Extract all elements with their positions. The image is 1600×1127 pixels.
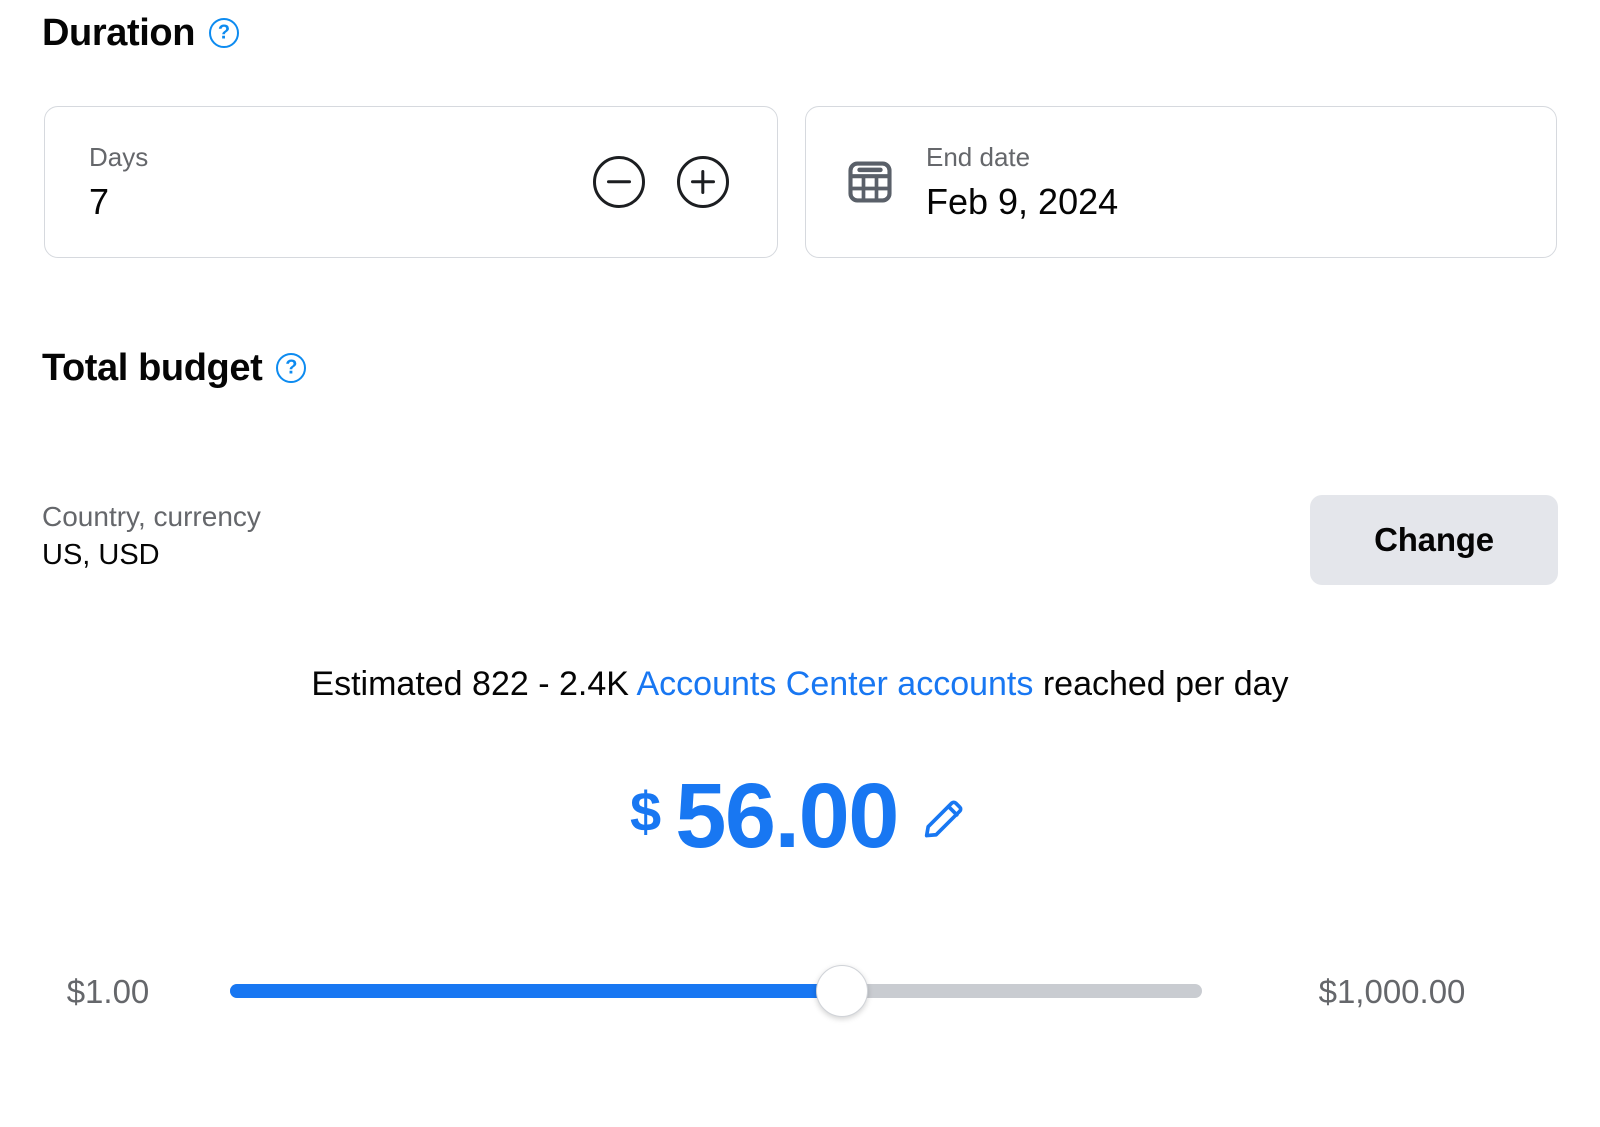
- slider-fill: [230, 984, 843, 998]
- days-text-block: Days 7: [89, 142, 148, 223]
- country-currency-label: Country, currency: [42, 501, 261, 532]
- question-circle-icon[interactable]: ?: [209, 18, 240, 48]
- minus-circle-icon[interactable]: [593, 156, 645, 208]
- country-currency-block: Country, currency US, USD: [42, 498, 261, 575]
- duration-section-heading: Duration ?: [42, 12, 240, 54]
- country-currency-value: US, USD: [42, 538, 160, 571]
- budget-slider-row: $1.00 $1,000.00: [0, 955, 1600, 1027]
- total-budget-heading-label: Total budget: [42, 347, 263, 389]
- budget-amount-value: 56.00: [675, 765, 899, 867]
- pencil-icon[interactable]: [918, 794, 970, 846]
- days-label: Days: [89, 141, 149, 172]
- end-date-value: Feb 9, 2024: [926, 180, 1119, 222]
- budget-slider[interactable]: [230, 955, 1202, 1027]
- estimate-suffix: reached per day: [1033, 665, 1289, 703]
- days-value: 7: [89, 180, 110, 222]
- slider-min-label: $1.00: [66, 972, 150, 1010]
- budget-duration-panel: Duration ? Days 7 End date Feb 9, 2024 T…: [0, 0, 1600, 1127]
- calendar-icon: [848, 161, 892, 203]
- plus-circle-icon[interactable]: [677, 156, 729, 208]
- currency-symbol: $: [630, 780, 662, 843]
- end-date-field-card[interactable]: End date Feb 9, 2024: [805, 106, 1557, 258]
- question-circle-icon[interactable]: ?: [276, 353, 307, 383]
- days-field-card[interactable]: Days 7: [44, 106, 778, 258]
- accounts-center-accounts-link[interactable]: Accounts Center accounts: [637, 665, 1034, 703]
- total-budget-section-heading: Total budget ?: [42, 347, 307, 389]
- duration-heading-label: Duration: [42, 12, 196, 54]
- days-stepper-group: [593, 156, 729, 208]
- question-mark-glyph: ?: [285, 356, 298, 379]
- estimated-reach-text: Estimated 822 - 2.4K Accounts Center acc…: [0, 664, 1600, 705]
- slider-thumb[interactable]: [816, 965, 869, 1017]
- question-mark-glyph: ?: [217, 21, 231, 44]
- budget-amount-row: $ 56.00: [0, 770, 1600, 862]
- slider-max-label: $1,000.00: [1318, 972, 1466, 1010]
- end-date-text-block: End date Feb 9, 2024: [926, 142, 1118, 223]
- end-date-label: End date: [926, 141, 1031, 172]
- estimate-prefix: Estimated 822 - 2.4K: [311, 665, 637, 703]
- change-button[interactable]: Change: [1310, 495, 1558, 585]
